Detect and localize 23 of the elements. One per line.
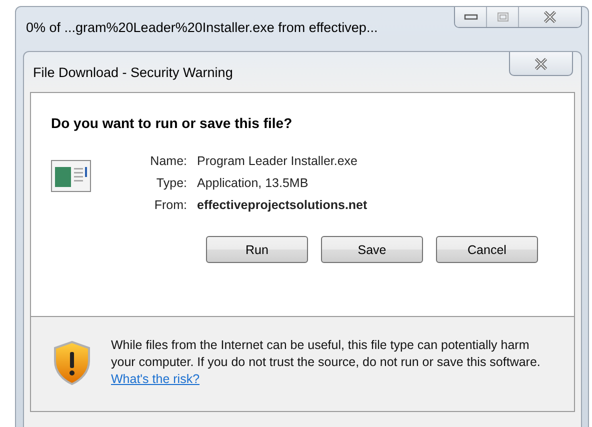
application-icon — [51, 160, 91, 192]
field-value: Program Leader Installer.exe — [197, 154, 359, 168]
minimize-icon — [464, 14, 478, 20]
warning-shield-icon — [53, 341, 91, 385]
field-value: Application, 13.5MB — [197, 176, 310, 190]
save-button[interactable]: Save — [321, 236, 423, 263]
field-label: Name: — [149, 154, 187, 168]
cancel-button[interactable]: Cancel — [436, 236, 538, 263]
field-value: effectiveprojectsolutions.net — [197, 198, 368, 212]
field-label: Type: — [155, 176, 187, 190]
close-button[interactable] — [509, 52, 573, 76]
run-button[interactable]: Run — [206, 236, 308, 263]
maximize-icon — [496, 12, 508, 22]
field-label: From: — [153, 198, 187, 212]
close-button[interactable] — [519, 7, 581, 27]
close-icon — [534, 58, 548, 70]
dialog-question: Do you want to run or save this file? — [51, 115, 294, 131]
minimize-button[interactable] — [455, 7, 487, 27]
close-icon — [543, 11, 557, 23]
dialog-title: File Download - Security Warning — [33, 64, 233, 80]
warning-message: While files from the Internet can be useful, this file type can potentially harm your computer. If you do not trust the source, do not run or save this software. What's the risk? — [111, 337, 542, 388]
window-title: 0% of ...gram%20Leader%20Installer.exe from effectivep... — [26, 20, 379, 34]
risk-link[interactable]: What's the risk? — [111, 372, 200, 386]
